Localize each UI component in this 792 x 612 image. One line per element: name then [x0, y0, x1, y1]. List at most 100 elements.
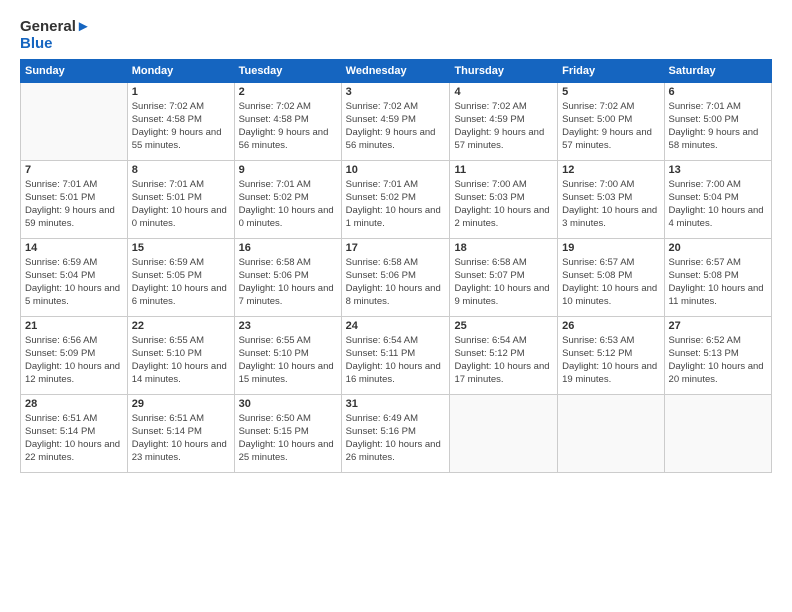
day-number: 8: [132, 164, 230, 176]
week-row-1: 1 Sunrise: 7:02 AM Sunset: 4:58 PM Dayli…: [21, 82, 772, 160]
calendar-table: SundayMondayTuesdayWednesdayThursdayFrid…: [20, 59, 772, 473]
day-info: Sunrise: 6:58 AM Sunset: 5:06 PM Dayligh…: [346, 256, 446, 309]
table-cell: 3 Sunrise: 7:02 AM Sunset: 4:59 PM Dayli…: [341, 82, 450, 160]
table-cell: 31 Sunrise: 6:49 AM Sunset: 5:16 PM Dayl…: [341, 394, 450, 472]
day-number: 17: [346, 242, 446, 254]
day-number: 30: [239, 398, 337, 410]
day-info: Sunrise: 6:55 AM Sunset: 5:10 PM Dayligh…: [239, 334, 337, 387]
table-cell: 17 Sunrise: 6:58 AM Sunset: 5:06 PM Dayl…: [341, 238, 450, 316]
day-number: 6: [669, 86, 767, 98]
day-info: Sunrise: 6:59 AM Sunset: 5:05 PM Dayligh…: [132, 256, 230, 309]
day-number: 2: [239, 86, 337, 98]
header-thursday: Thursday: [450, 59, 558, 82]
day-number: 25: [454, 320, 553, 332]
table-cell: [21, 82, 128, 160]
table-cell: 10 Sunrise: 7:01 AM Sunset: 5:02 PM Dayl…: [341, 160, 450, 238]
day-number: 13: [669, 164, 767, 176]
day-number: 27: [669, 320, 767, 332]
day-number: 3: [346, 86, 446, 98]
day-number: 21: [25, 320, 123, 332]
day-number: 9: [239, 164, 337, 176]
day-info: Sunrise: 7:02 AM Sunset: 4:58 PM Dayligh…: [132, 100, 230, 153]
logo-text: General► Blue: [20, 18, 91, 53]
day-info: Sunrise: 6:59 AM Sunset: 5:04 PM Dayligh…: [25, 256, 123, 309]
calendar-header-row: SundayMondayTuesdayWednesdayThursdayFrid…: [21, 59, 772, 82]
table-cell: 28 Sunrise: 6:51 AM Sunset: 5:14 PM Dayl…: [21, 394, 128, 472]
day-info: Sunrise: 7:02 AM Sunset: 4:59 PM Dayligh…: [454, 100, 553, 153]
week-row-3: 14 Sunrise: 6:59 AM Sunset: 5:04 PM Dayl…: [21, 238, 772, 316]
day-number: 28: [25, 398, 123, 410]
day-info: Sunrise: 6:49 AM Sunset: 5:16 PM Dayligh…: [346, 412, 446, 465]
day-info: Sunrise: 6:58 AM Sunset: 5:06 PM Dayligh…: [239, 256, 337, 309]
table-cell: 4 Sunrise: 7:02 AM Sunset: 4:59 PM Dayli…: [450, 82, 558, 160]
day-info: Sunrise: 7:02 AM Sunset: 5:00 PM Dayligh…: [562, 100, 659, 153]
day-info: Sunrise: 7:02 AM Sunset: 4:59 PM Dayligh…: [346, 100, 446, 153]
table-cell: 12 Sunrise: 7:00 AM Sunset: 5:03 PM Dayl…: [558, 160, 664, 238]
table-cell: 25 Sunrise: 6:54 AM Sunset: 5:12 PM Dayl…: [450, 316, 558, 394]
day-info: Sunrise: 6:50 AM Sunset: 5:15 PM Dayligh…: [239, 412, 337, 465]
day-number: 1: [132, 86, 230, 98]
day-info: Sunrise: 6:53 AM Sunset: 5:12 PM Dayligh…: [562, 334, 659, 387]
day-number: 16: [239, 242, 337, 254]
table-cell: 23 Sunrise: 6:55 AM Sunset: 5:10 PM Dayl…: [234, 316, 341, 394]
table-cell: 1 Sunrise: 7:02 AM Sunset: 4:58 PM Dayli…: [127, 82, 234, 160]
week-row-5: 28 Sunrise: 6:51 AM Sunset: 5:14 PM Dayl…: [21, 394, 772, 472]
day-info: Sunrise: 6:52 AM Sunset: 5:13 PM Dayligh…: [669, 334, 767, 387]
day-info: Sunrise: 6:51 AM Sunset: 5:14 PM Dayligh…: [25, 412, 123, 465]
table-cell: [664, 394, 771, 472]
calendar-body: 1 Sunrise: 7:02 AM Sunset: 4:58 PM Dayli…: [21, 82, 772, 472]
table-cell: 26 Sunrise: 6:53 AM Sunset: 5:12 PM Dayl…: [558, 316, 664, 394]
day-info: Sunrise: 7:01 AM Sunset: 5:02 PM Dayligh…: [239, 178, 337, 231]
day-info: Sunrise: 6:58 AM Sunset: 5:07 PM Dayligh…: [454, 256, 553, 309]
day-info: Sunrise: 6:57 AM Sunset: 5:08 PM Dayligh…: [562, 256, 659, 309]
day-number: 23: [239, 320, 337, 332]
day-number: 10: [346, 164, 446, 176]
table-cell: 20 Sunrise: 6:57 AM Sunset: 5:08 PM Dayl…: [664, 238, 771, 316]
day-number: 20: [669, 242, 767, 254]
day-info: Sunrise: 7:00 AM Sunset: 5:03 PM Dayligh…: [562, 178, 659, 231]
table-cell: 21 Sunrise: 6:56 AM Sunset: 5:09 PM Dayl…: [21, 316, 128, 394]
day-info: Sunrise: 6:51 AM Sunset: 5:14 PM Dayligh…: [132, 412, 230, 465]
day-number: 4: [454, 86, 553, 98]
day-info: Sunrise: 7:01 AM Sunset: 5:02 PM Dayligh…: [346, 178, 446, 231]
day-info: Sunrise: 7:00 AM Sunset: 5:03 PM Dayligh…: [454, 178, 553, 231]
table-cell: 29 Sunrise: 6:51 AM Sunset: 5:14 PM Dayl…: [127, 394, 234, 472]
table-cell: 11 Sunrise: 7:00 AM Sunset: 5:03 PM Dayl…: [450, 160, 558, 238]
week-row-4: 21 Sunrise: 6:56 AM Sunset: 5:09 PM Dayl…: [21, 316, 772, 394]
header-wednesday: Wednesday: [341, 59, 450, 82]
day-info: Sunrise: 7:00 AM Sunset: 5:04 PM Dayligh…: [669, 178, 767, 231]
table-cell: 6 Sunrise: 7:01 AM Sunset: 5:00 PM Dayli…: [664, 82, 771, 160]
day-number: 26: [562, 320, 659, 332]
header-tuesday: Tuesday: [234, 59, 341, 82]
day-info: Sunrise: 6:54 AM Sunset: 5:12 PM Dayligh…: [454, 334, 553, 387]
day-info: Sunrise: 6:56 AM Sunset: 5:09 PM Dayligh…: [25, 334, 123, 387]
table-cell: 9 Sunrise: 7:01 AM Sunset: 5:02 PM Dayli…: [234, 160, 341, 238]
header-friday: Friday: [558, 59, 664, 82]
table-cell: 24 Sunrise: 6:54 AM Sunset: 5:11 PM Dayl…: [341, 316, 450, 394]
header-monday: Monday: [127, 59, 234, 82]
table-cell: [558, 394, 664, 472]
day-number: 31: [346, 398, 446, 410]
day-number: 7: [25, 164, 123, 176]
day-number: 12: [562, 164, 659, 176]
day-number: 29: [132, 398, 230, 410]
day-info: Sunrise: 7:01 AM Sunset: 5:00 PM Dayligh…: [669, 100, 767, 153]
page: General► Blue SundayMondayTuesdayWednesd…: [0, 0, 792, 485]
day-info: Sunrise: 6:54 AM Sunset: 5:11 PM Dayligh…: [346, 334, 446, 387]
table-cell: 19 Sunrise: 6:57 AM Sunset: 5:08 PM Dayl…: [558, 238, 664, 316]
logo: General► Blue: [20, 18, 91, 53]
week-row-2: 7 Sunrise: 7:01 AM Sunset: 5:01 PM Dayli…: [21, 160, 772, 238]
day-number: 18: [454, 242, 553, 254]
day-number: 14: [25, 242, 123, 254]
table-cell: 16 Sunrise: 6:58 AM Sunset: 5:06 PM Dayl…: [234, 238, 341, 316]
header-saturday: Saturday: [664, 59, 771, 82]
table-cell: 8 Sunrise: 7:01 AM Sunset: 5:01 PM Dayli…: [127, 160, 234, 238]
table-cell: 27 Sunrise: 6:52 AM Sunset: 5:13 PM Dayl…: [664, 316, 771, 394]
table-cell: 2 Sunrise: 7:02 AM Sunset: 4:58 PM Dayli…: [234, 82, 341, 160]
day-info: Sunrise: 7:01 AM Sunset: 5:01 PM Dayligh…: [25, 178, 123, 231]
day-info: Sunrise: 7:01 AM Sunset: 5:01 PM Dayligh…: [132, 178, 230, 231]
table-cell: 13 Sunrise: 7:00 AM Sunset: 5:04 PM Dayl…: [664, 160, 771, 238]
table-cell: 30 Sunrise: 6:50 AM Sunset: 5:15 PM Dayl…: [234, 394, 341, 472]
header-sunday: Sunday: [21, 59, 128, 82]
day-number: 5: [562, 86, 659, 98]
